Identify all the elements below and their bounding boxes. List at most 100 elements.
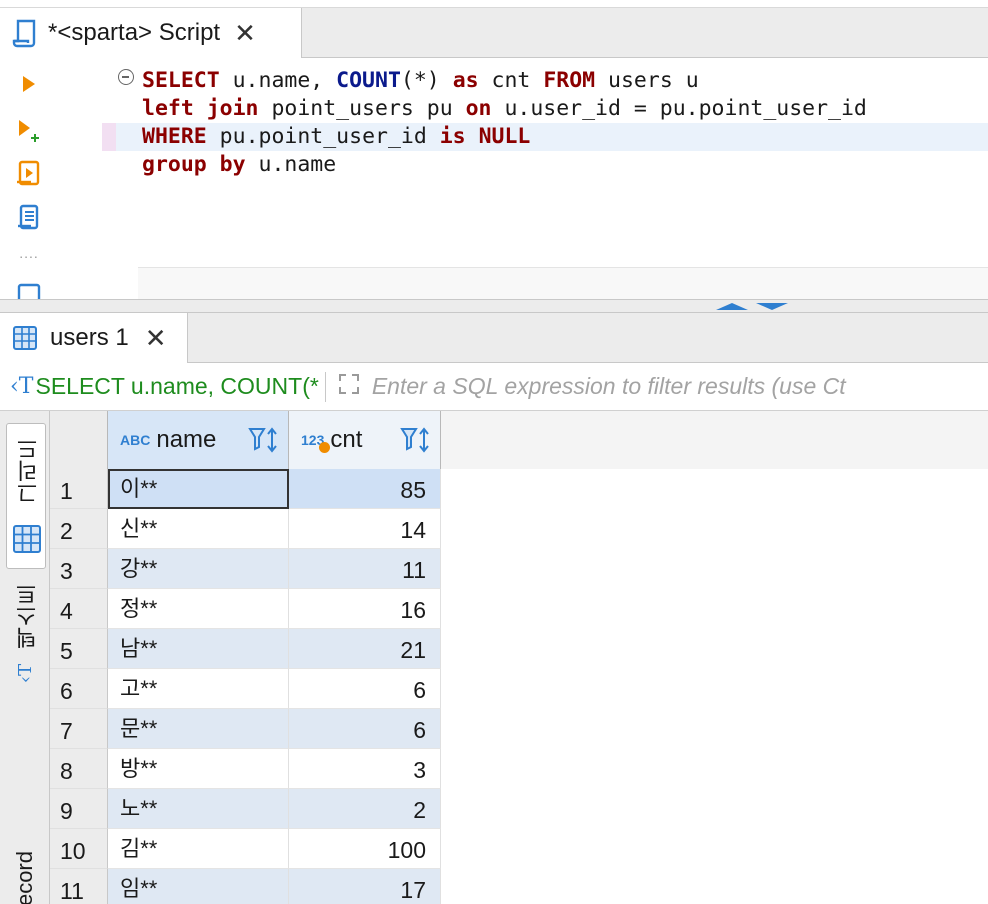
row-number[interactable]: 7 [50, 709, 108, 749]
cell-name[interactable]: 정** [108, 589, 289, 629]
script-run-icon [17, 160, 40, 186]
table-row[interactable]: 10 김** 100 [50, 829, 441, 869]
text-view-icon: ‹T [15, 663, 37, 684]
row-number[interactable]: 11 [50, 869, 108, 904]
row-number[interactable]: 1 [50, 469, 108, 509]
cell-name[interactable]: 남** [108, 629, 289, 669]
cell-cnt[interactable]: 6 [289, 669, 441, 709]
panel-splitter[interactable] [0, 299, 988, 313]
execute-statement-button[interactable] [14, 69, 44, 99]
tab-script-label: *<sparta> Script [48, 19, 221, 46]
cell-name[interactable]: 김** [108, 829, 289, 869]
row-number[interactable]: 2 [50, 509, 108, 549]
table-row[interactable]: 8 방** 3 [50, 749, 441, 789]
sql-text-icon: ‹T [10, 374, 34, 399]
tab-text-view[interactable]: 텍스트 ‹T [6, 583, 46, 693]
tab-text-label: 텍스트 [15, 583, 40, 649]
more-tools-icon[interactable]: .... [14, 245, 44, 261]
current-line-marker [102, 123, 116, 151]
view-mode-tabs: 그리드 텍스트 ‹T Record [0, 411, 50, 904]
header-empty-area [441, 411, 988, 469]
table-row[interactable]: 3 강** 11 [50, 549, 441, 589]
filter-expression-input[interactable] [371, 373, 932, 400]
execute-new-tab-button[interactable] [14, 115, 44, 145]
active-query-label[interactable]: SELECT u.name, COUNT(* [35, 373, 318, 400]
execute-script-button[interactable] [14, 159, 44, 189]
results-tab-bar: users 1 ✕ [0, 313, 988, 363]
cell-name[interactable]: 신** [108, 509, 289, 549]
restore-editor-icon[interactable] [756, 303, 788, 310]
table-row[interactable]: 5 남** 21 [50, 629, 441, 669]
code-line-4: group by u.name [142, 152, 337, 177]
expand-icon[interactable] [334, 372, 364, 402]
cell-cnt[interactable]: 3 [289, 749, 441, 789]
play-plus-icon [19, 120, 39, 142]
table-row[interactable]: 11 임** 17 [50, 869, 441, 904]
tab-script[interactable]: *<sparta> Script ✕ [0, 8, 302, 58]
script-lines-icon [18, 204, 39, 230]
grid-header: ABC name 123 cnt [50, 411, 988, 469]
cell-cnt[interactable]: 17 [289, 869, 441, 904]
cell-cnt[interactable]: 11 [289, 549, 441, 589]
row-number[interactable]: 4 [50, 589, 108, 629]
terminal-button[interactable] [14, 281, 44, 299]
explain-plan-button[interactable] [14, 203, 44, 233]
tab-users-1[interactable]: users 1 ✕ [0, 313, 188, 363]
code-line-3: WHERE pu.point_user_id is NULL [116, 123, 988, 151]
cell-cnt[interactable]: 2 [289, 789, 441, 829]
computed-column-dot [319, 442, 330, 453]
cell-name[interactable]: 문** [108, 709, 289, 749]
cell-name[interactable]: 강** [108, 549, 289, 589]
filter-sort-icon[interactable] [400, 425, 434, 455]
cell-cnt[interactable]: 85 [289, 469, 441, 509]
row-number[interactable]: 5 [50, 629, 108, 669]
close-icon[interactable]: ✕ [145, 325, 167, 351]
grid-icon [13, 525, 41, 553]
tab-grid-view[interactable]: 그리드 [6, 423, 46, 569]
results-grid: ABC name 123 cnt 1 이** 85 2 신** 14 3 강**… [50, 411, 988, 904]
row-number[interactable]: 6 [50, 669, 108, 709]
table-icon [13, 326, 37, 350]
cell-name[interactable]: 방** [108, 749, 289, 789]
terminal-icon [17, 283, 41, 299]
cell-cnt[interactable]: 21 [289, 629, 441, 669]
column-header-name[interactable]: ABC name [108, 411, 289, 469]
column-header-cnt[interactable]: 123 cnt [289, 411, 441, 469]
cell-cnt[interactable]: 14 [289, 509, 441, 549]
row-number[interactable]: 10 [50, 829, 108, 869]
cell-cnt[interactable]: 100 [289, 829, 441, 869]
cell-cnt[interactable]: 6 [289, 709, 441, 749]
maximize-results-icon[interactable] [716, 303, 748, 310]
tab-record-view[interactable]: Record [6, 851, 46, 904]
table-row[interactable]: 2 신** 14 [50, 509, 441, 549]
cell-name[interactable]: 고** [108, 669, 289, 709]
number-type-icon: 123 [301, 432, 330, 453]
expand-corners-icon [338, 373, 359, 394]
tab-users-1-label: users 1 [50, 324, 129, 351]
table-row[interactable]: 1 이** 85 [50, 469, 441, 509]
filter-separator [324, 371, 326, 402]
table-row[interactable]: 9 노** 2 [50, 789, 441, 829]
editor-tab-bar: *<sparta> Script ✕ [0, 8, 988, 58]
fold-collapse-icon[interactable] [118, 69, 134, 85]
table-row[interactable]: 4 정** 16 [50, 589, 441, 629]
cell-name[interactable]: 임** [108, 869, 289, 904]
window-top-strip [0, 0, 988, 8]
cell-name[interactable]: 노** [108, 789, 289, 829]
play-icon [23, 76, 35, 92]
cell-name[interactable]: 이** [108, 469, 289, 509]
row-number[interactable]: 9 [50, 789, 108, 829]
close-icon[interactable]: ✕ [234, 20, 256, 46]
table-row[interactable]: 7 문** 6 [50, 709, 441, 749]
row-number[interactable]: 8 [50, 749, 108, 789]
tab-record-label: Record [12, 851, 37, 904]
editor-empty-area [138, 268, 988, 299]
sql-editor[interactable]: SELECT u.name, COUNT(*) as cnt FROM user… [52, 59, 988, 299]
filter-sort-icon[interactable] [248, 425, 282, 455]
text-type-icon: ABC [120, 432, 151, 448]
cell-cnt[interactable]: 16 [289, 589, 441, 629]
table-row[interactable]: 6 고** 6 [50, 669, 441, 709]
tab-grid-label: 그리드 [16, 438, 41, 504]
row-number-header[interactable] [50, 411, 108, 469]
row-number[interactable]: 3 [50, 549, 108, 589]
